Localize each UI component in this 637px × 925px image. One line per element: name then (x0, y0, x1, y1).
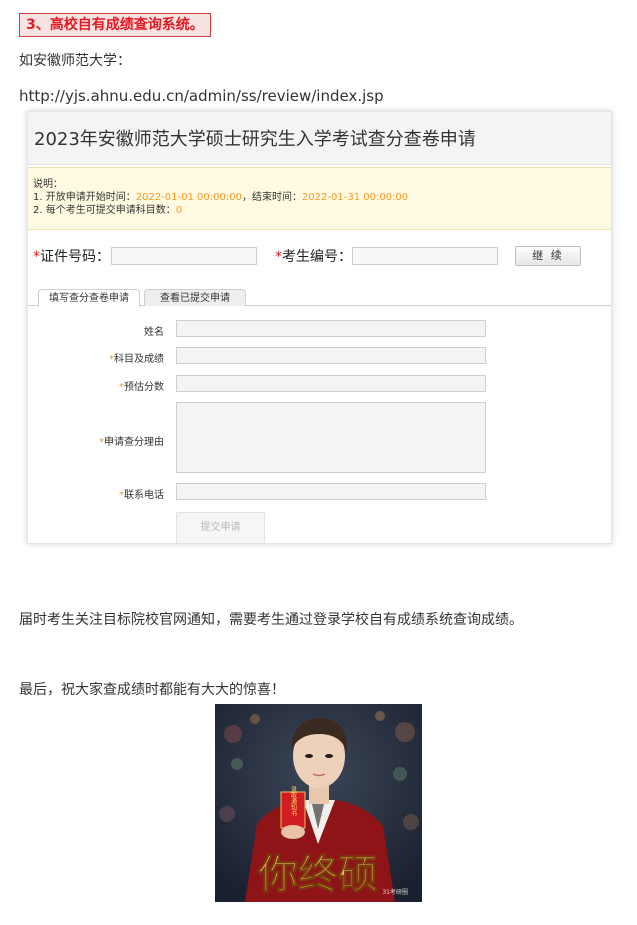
required-star: * (275, 249, 282, 265)
notice-end-label: ，结束时间： (241, 192, 302, 203)
photo-illustration: 录取通知书 你终硕 31考研圈 (215, 704, 422, 902)
subject-input[interactable] (176, 347, 486, 364)
subject-label-text: 科目及成绩 (114, 354, 164, 365)
intro-text: 如安徽师范大学： (19, 53, 131, 69)
name-label-text: 姓名 (144, 327, 164, 338)
phone-label: *联系电话 (119, 486, 164, 501)
exam-number-label: *考生编号： (275, 246, 352, 266)
system-url[interactable]: http://yjs.ahnu.edu.cn/admin/ss/review/i… (19, 87, 384, 105)
screenshot-panel: 2023年安徽师范大学硕士研究生入学考试查分查卷申请 说明： 1. 开放申请开始… (27, 111, 612, 544)
notice-box: 说明： 1. 开放申请开始时间：2022-01-01 00:00:00，结束时间… (28, 167, 611, 230)
tab-view-submitted[interactable]: 查看已提交申请 (144, 289, 246, 306)
notice-end-time: 2022-01-31 00:00:00 (301, 192, 409, 203)
exam-number-input[interactable] (352, 247, 498, 265)
panel-title: 2023年安徽师范大学硕士研究生入学考试查分查卷申请 (28, 112, 611, 165)
reason-label-text: 申请查分理由 (104, 437, 164, 448)
notice-line-1: 1. 开放申请开始时间：2022-01-01 00:00:00，结束时间：202… (33, 191, 611, 204)
estimate-input[interactable] (176, 375, 486, 392)
notice-count: 0 (175, 205, 183, 216)
photo-watermark: 31考研圈 (382, 888, 408, 896)
paragraph-notice: 届时考生关注目标院校官网通知，需要考生通过登录学校自有成绩系统查询成绩。 (19, 612, 523, 628)
letter-text: 录取通知书 (290, 785, 297, 817)
photo-caption: 你终硕 (257, 852, 378, 898)
notice-start-label: 1. 开放申请开始时间： (33, 192, 136, 203)
id-number-label: *证件号码： (33, 246, 110, 266)
name-input[interactable] (176, 320, 486, 337)
estimate-label-text: 预估分数 (124, 382, 164, 393)
notice-label: 说明： (33, 179, 63, 190)
section-heading: 3、高校自有成绩查询系统。 (19, 13, 211, 37)
id-number-input[interactable] (111, 247, 257, 265)
subject-label: *科目及成绩 (109, 350, 164, 365)
continue-button[interactable]: 继 续 (515, 246, 581, 266)
notice-count-label: 2. 每个考生可提交申请科目数： (33, 205, 176, 216)
phone-input[interactable] (176, 483, 486, 500)
celebration-photo: 录取通知书 你终硕 31考研圈 (215, 704, 422, 902)
estimate-label: *预估分数 (119, 378, 164, 393)
paragraph-closing: 最后，祝大家查成绩时都能有大大的惊喜！ (19, 682, 285, 698)
id-number-label-text: 证件号码： (40, 249, 110, 265)
reason-textarea[interactable] (176, 402, 486, 473)
tab-fill-application[interactable]: 填写查分查卷申请 (38, 289, 140, 307)
reason-label: *申请查分理由 (99, 433, 164, 448)
exam-number-label-text: 考生编号： (282, 249, 352, 265)
name-label: 姓名 (144, 323, 164, 338)
notice-line-2: 2. 每个考生可提交申请科目数：0 (33, 204, 611, 217)
required-star: * (33, 249, 40, 265)
notice-start-time: 2022-01-01 00:00:00 (135, 192, 242, 203)
submit-button[interactable]: 提交申请 (176, 512, 265, 544)
phone-label-text: 联系电话 (124, 490, 164, 501)
